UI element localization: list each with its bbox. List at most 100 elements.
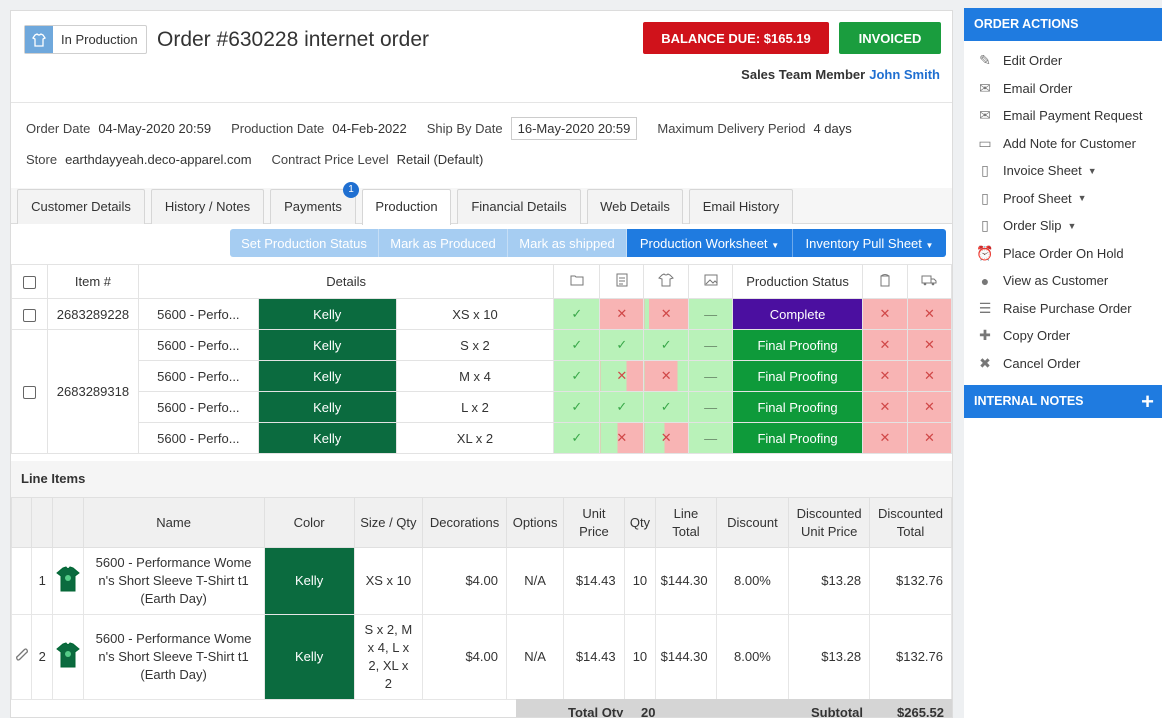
meta-row-2: Store earthdayyeah.deco-apparel.com Cont… [26, 152, 503, 167]
line-items-title: Line Items [11, 461, 952, 497]
production-row[interactable]: 2683289228 5600 - Perfo... Kelly XS x 10… [11, 298, 952, 330]
status-final-proofing[interactable]: Final Proofing [732, 391, 863, 423]
cross-icon: ✕ [906, 422, 952, 454]
tab-financial-details[interactable]: Financial Details [457, 189, 581, 224]
order-header: In Production Order #630228 internet ord… [11, 11, 952, 103]
status-final-proofing[interactable]: Final Proofing [732, 360, 863, 392]
line-item-color: Kelly [263, 614, 355, 700]
email-payment-request-action[interactable]: ✉ Email Payment Request [964, 102, 1162, 130]
image-icon [688, 264, 734, 299]
table-row[interactable]: 2 5600 - Performance Wome n's Short Slee… [11, 614, 952, 700]
document-icon [599, 264, 645, 299]
order-slip-action[interactable]: ▯ Order Slip ▼ [964, 212, 1162, 240]
production-actions-bar: Set Production Status Mark as Produced M… [230, 229, 946, 257]
box-icon [862, 264, 908, 299]
ship-by-field[interactable]: 16-May-2020 20:59 [510, 117, 638, 140]
status-complete[interactable]: Complete [732, 298, 863, 330]
chevron-down-icon: ▼ [1067, 220, 1077, 231]
unit-price-header-l2: Price [579, 523, 609, 539]
view-as-customer-action[interactable]: ● View as Customer [964, 267, 1162, 295]
size-cell: XS x 10 [395, 298, 555, 330]
place-on-hold-action[interactable]: ⏰ Place Order On Hold [964, 240, 1162, 268]
line-item-size-qty: S x 2, M x 4, L x 2, XL x 2 [353, 614, 424, 700]
product-thumbnail[interactable] [51, 547, 84, 615]
tab-history-notes[interactable]: History / Notes [151, 189, 264, 224]
order-slip-label: Order Slip [1003, 218, 1062, 234]
list-icon: ☰ [978, 299, 992, 316]
invoice-sheet-action[interactable]: ▯ Invoice Sheet ▼ [964, 157, 1162, 185]
user-icon: ● [980, 272, 990, 289]
dash-icon: — [688, 298, 734, 330]
disc-total-header-l1: Discounted [878, 505, 944, 521]
pencil-icon: ✎ [979, 52, 991, 69]
chevron-down-icon: ▼ [1087, 165, 1097, 176]
production-row[interactable]: 5600 - Perfo... Kelly M x 4 ✓ ✕ ✕ — Fina… [12, 360, 952, 392]
status-pill[interactable]: In Production [24, 25, 147, 54]
production-row[interactable]: 2683289318 5600 - Perfo... Kelly S x 2 ✓… [11, 329, 952, 454]
chevron-down-icon: ▼ [771, 240, 780, 250]
line-item-decorations: $4.00 [422, 614, 507, 700]
row-checkbox[interactable] [22, 386, 36, 400]
edit-order-action[interactable]: ✎ Edit Order [964, 47, 1162, 75]
inventory-pull-sheet-button[interactable]: Inventory Pull Sheet ▼ [793, 229, 946, 257]
production-row[interactable]: 5600 - Perfo... Kelly XL x 2 ✓ ✕ ✕ — Fin… [12, 422, 952, 454]
max-delivery-label: Maximum Delivery Period [657, 121, 806, 136]
shirt-icon [25, 26, 53, 53]
status-final-proofing[interactable]: Final Proofing [732, 329, 863, 361]
mark-shipped-button[interactable]: Mark as shipped [508, 229, 627, 257]
cancel-order-action[interactable]: ✖ Cancel Order [964, 350, 1162, 378]
mark-produced-button[interactable]: Mark as Produced [379, 229, 508, 257]
row-checkbox[interactable] [22, 308, 36, 322]
tab-email-history[interactable]: Email History [689, 189, 793, 224]
item-header: Item # [46, 264, 139, 299]
details-header: Details [137, 264, 555, 299]
check-icon: ✓ [599, 391, 645, 423]
size-cell: M x 4 [395, 360, 555, 392]
line-total-header-l2: Total [672, 523, 700, 539]
product-name: 5600 - Perfo... [137, 329, 259, 361]
add-note-action[interactable]: ▭ Add Note for Customer [964, 130, 1162, 158]
production-row[interactable]: 5600 - Perfo... Kelly L x 2 ✓ ✓ ✓ — Fina… [12, 391, 952, 423]
sales-team-member: Sales Team Member John Smith [741, 67, 940, 82]
proof-sheet-action[interactable]: ▯ Proof Sheet ▼ [964, 185, 1162, 213]
line-items-table: Name Color Size / Qty Decorations Option… [11, 497, 952, 700]
internal-notes-header: INTERNAL NOTES + [964, 385, 1162, 418]
production-worksheet-button[interactable]: Production Worksheet ▼ [627, 229, 793, 257]
cross-icon: ✕ [599, 298, 645, 330]
copy-order-action[interactable]: ✚ Copy Order [964, 322, 1162, 350]
check-icon: ✓ [553, 298, 601, 330]
image-col-header [51, 497, 84, 548]
comment-icon: ▭ [978, 134, 992, 151]
balance-due-button[interactable]: BALANCE DUE: $165.19 [643, 22, 829, 54]
production-header-row: Item # Details Production Status [11, 264, 952, 299]
tab-web-details[interactable]: Web Details [587, 189, 683, 224]
add-note-plus-icon[interactable]: + [1141, 385, 1154, 418]
paperclip-icon[interactable] [11, 614, 33, 700]
line-item-line-total: $144.30 [655, 547, 717, 615]
close-icon: ✖ [979, 354, 991, 371]
set-production-status-button[interactable]: Set Production Status [230, 229, 379, 257]
item-number: 2683289228 [46, 298, 139, 330]
color-cell: Kelly [257, 391, 397, 423]
email-order-action[interactable]: ✉ Email Order [964, 75, 1162, 103]
item-number: 2683289318 [46, 329, 139, 454]
cross-icon: ✕ [906, 329, 952, 361]
line-item-unit-price: $14.43 [563, 547, 625, 615]
payments-badge: 1 [343, 182, 359, 198]
table-row[interactable]: 1 5600 - Performance Wome n's Short Slee… [11, 547, 952, 615]
line-item-disc-unit: $13.28 [788, 614, 871, 700]
options-header: Options [505, 497, 565, 548]
product-thumbnail[interactable] [51, 614, 84, 700]
invoiced-button[interactable]: INVOICED [839, 22, 941, 54]
status-final-proofing[interactable]: Final Proofing [732, 422, 863, 454]
tab-customer-details[interactable]: Customer Details [17, 189, 145, 224]
inventory-pull-sheet-label: Inventory Pull Sheet [805, 235, 922, 251]
production-date-label: Production Date [231, 121, 325, 136]
tab-production[interactable]: Production [362, 189, 451, 225]
raise-purchase-order-label: Raise Purchase Order [1003, 300, 1132, 316]
tab-payments[interactable]: Payments 1 [270, 182, 359, 224]
cross-icon: ✕ [862, 422, 908, 454]
select-all-checkbox[interactable] [22, 276, 36, 290]
raise-purchase-order-action[interactable]: ☰ Raise Purchase Order [964, 295, 1162, 323]
sales-team-link[interactable]: John Smith [869, 67, 940, 82]
